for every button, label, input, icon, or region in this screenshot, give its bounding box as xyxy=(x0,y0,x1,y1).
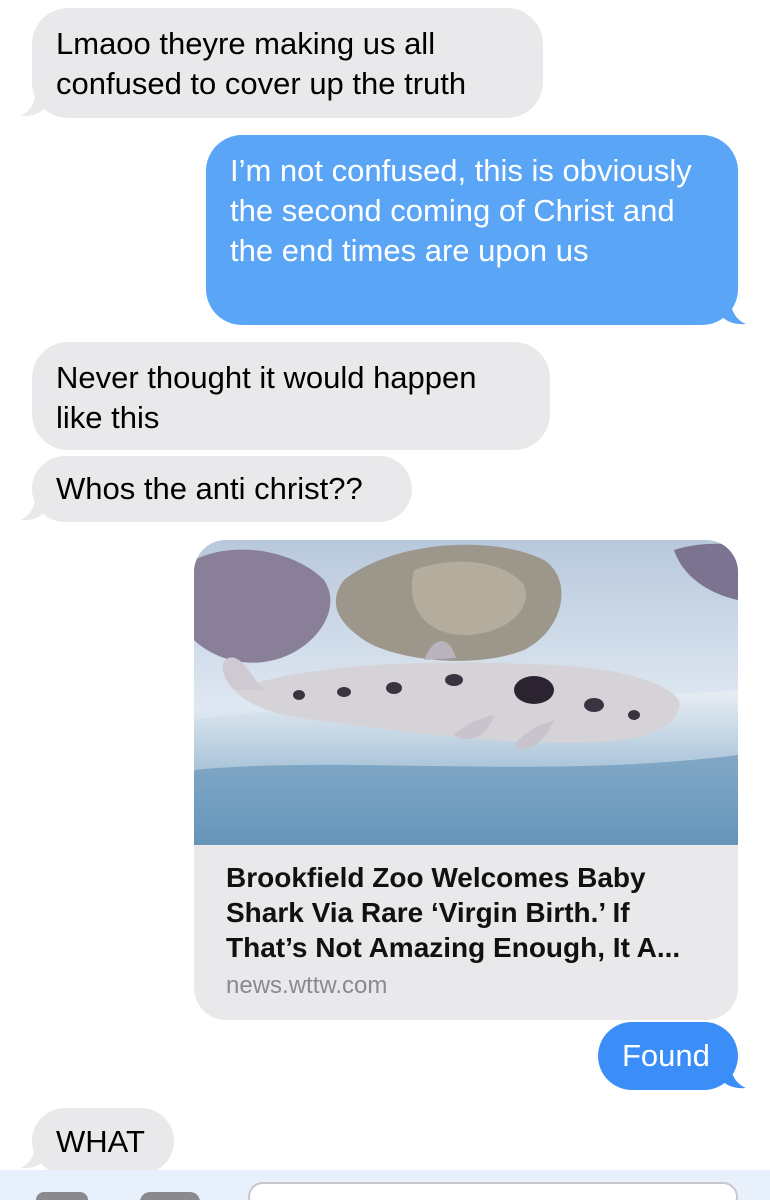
message-text: Found xyxy=(622,1038,710,1073)
message-incoming[interactable]: Whos the anti christ?? xyxy=(32,456,412,522)
link-domain: news.wttw.com xyxy=(226,972,388,999)
message-text: WHAT xyxy=(56,1124,145,1159)
message-outgoing[interactable]: Found xyxy=(598,1022,738,1090)
camera-icon[interactable] xyxy=(36,1192,88,1200)
apps-icon[interactable] xyxy=(140,1192,200,1200)
message-input[interactable] xyxy=(248,1182,738,1200)
message-incoming[interactable]: WHAT xyxy=(32,1108,174,1174)
message-text: Never thought it would happen like this xyxy=(56,360,477,435)
message-incoming[interactable]: Never thought it would happen like this xyxy=(32,342,550,450)
message-text: Lmaoo theyre making us all confused to c… xyxy=(56,26,467,101)
message-incoming[interactable]: Lmaoo theyre making us all confused to c… xyxy=(32,8,543,118)
shark-photo xyxy=(194,540,738,845)
message-text: Whos the anti christ?? xyxy=(56,471,363,506)
message-outgoing[interactable]: I’m not confused, this is obviously the … xyxy=(206,135,738,325)
link-title: Brookfield Zoo Welcomes Baby Shark Via R… xyxy=(226,862,681,963)
link-preview-card[interactable]: Brookfield Zoo Welcomes Baby Shark Via R… xyxy=(194,540,738,1020)
message-text: I’m not confused, this is obviously the … xyxy=(230,153,692,268)
